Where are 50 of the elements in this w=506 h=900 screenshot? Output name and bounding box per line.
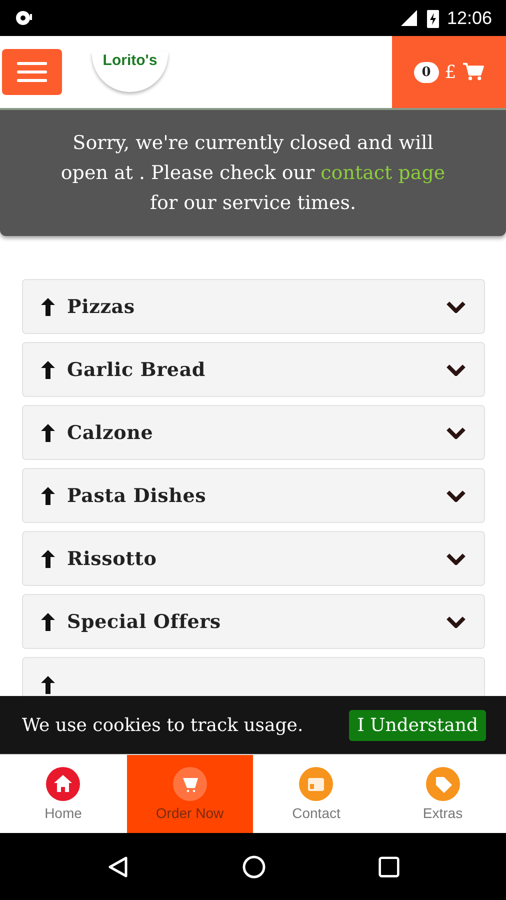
understand-button[interactable]: I Understand (349, 710, 486, 740)
closed-message: Sorry, we're currently closed and will open at . Please check our contact page for our service times. (60, 131, 446, 216)
contact-page-link[interactable]: contact page (320, 162, 446, 184)
category-name: Calzone (67, 422, 154, 444)
nav-tab[interactable]: Home (0, 755, 126, 833)
chevron-icon (446, 364, 466, 376)
up-arrow-icon (41, 676, 55, 694)
cart-button[interactable]: 0 £ (392, 36, 506, 108)
chevron-icon (446, 426, 466, 438)
logo[interactable]: Lorito's (92, 52, 168, 92)
category-header[interactable]: Pizzas (22, 279, 485, 334)
clock-time: 12:06 (446, 8, 492, 28)
cart-icon (462, 62, 484, 82)
up-arrow-icon (41, 298, 55, 316)
battery-icon (426, 8, 439, 28)
cart-total: £ (444, 62, 456, 82)
chevron-icon (446, 300, 466, 312)
nav-tab[interactable]: Contact (253, 755, 380, 833)
chevron-icon (446, 490, 466, 502)
cart-icon (172, 767, 207, 801)
category-name: Special Offers (67, 610, 222, 632)
contact-card-icon (299, 767, 334, 801)
menu-icon (17, 61, 47, 83)
up-arrow-icon (41, 612, 55, 630)
up-arrow-icon (41, 360, 55, 378)
category-header[interactable]: Special Offers (22, 594, 485, 649)
notification-icon (14, 8, 34, 28)
category-header[interactable]: Calzone (22, 405, 485, 460)
category-name: Garlic Bread (67, 358, 207, 380)
back-icon[interactable] (106, 854, 130, 878)
chevron-icon (446, 552, 466, 564)
home-icon (46, 767, 80, 801)
cart-count: 0 (414, 62, 439, 82)
home-circle-icon[interactable] (242, 854, 266, 878)
up-arrow-icon (41, 424, 55, 442)
category-header[interactable]: Garlic Bread (22, 342, 485, 397)
recents-icon[interactable] (378, 856, 400, 878)
menu-button[interactable] (2, 49, 62, 95)
up-arrow-icon (41, 486, 55, 504)
nav-tab[interactable]: Extras (380, 755, 506, 833)
category-header[interactable]: Pasta Dishes (22, 468, 485, 523)
signal-icon (398, 8, 419, 28)
category-header[interactable]: Rissotto (22, 531, 485, 586)
cookie-message: We use cookies to track usage. (22, 714, 304, 736)
category-name: Pizzas (67, 296, 136, 318)
chevron-icon (446, 616, 466, 628)
category-name: Pasta Dishes (67, 484, 208, 506)
tag-icon (426, 767, 460, 801)
up-arrow-icon (41, 550, 55, 568)
category-name: Rissotto (67, 548, 158, 570)
